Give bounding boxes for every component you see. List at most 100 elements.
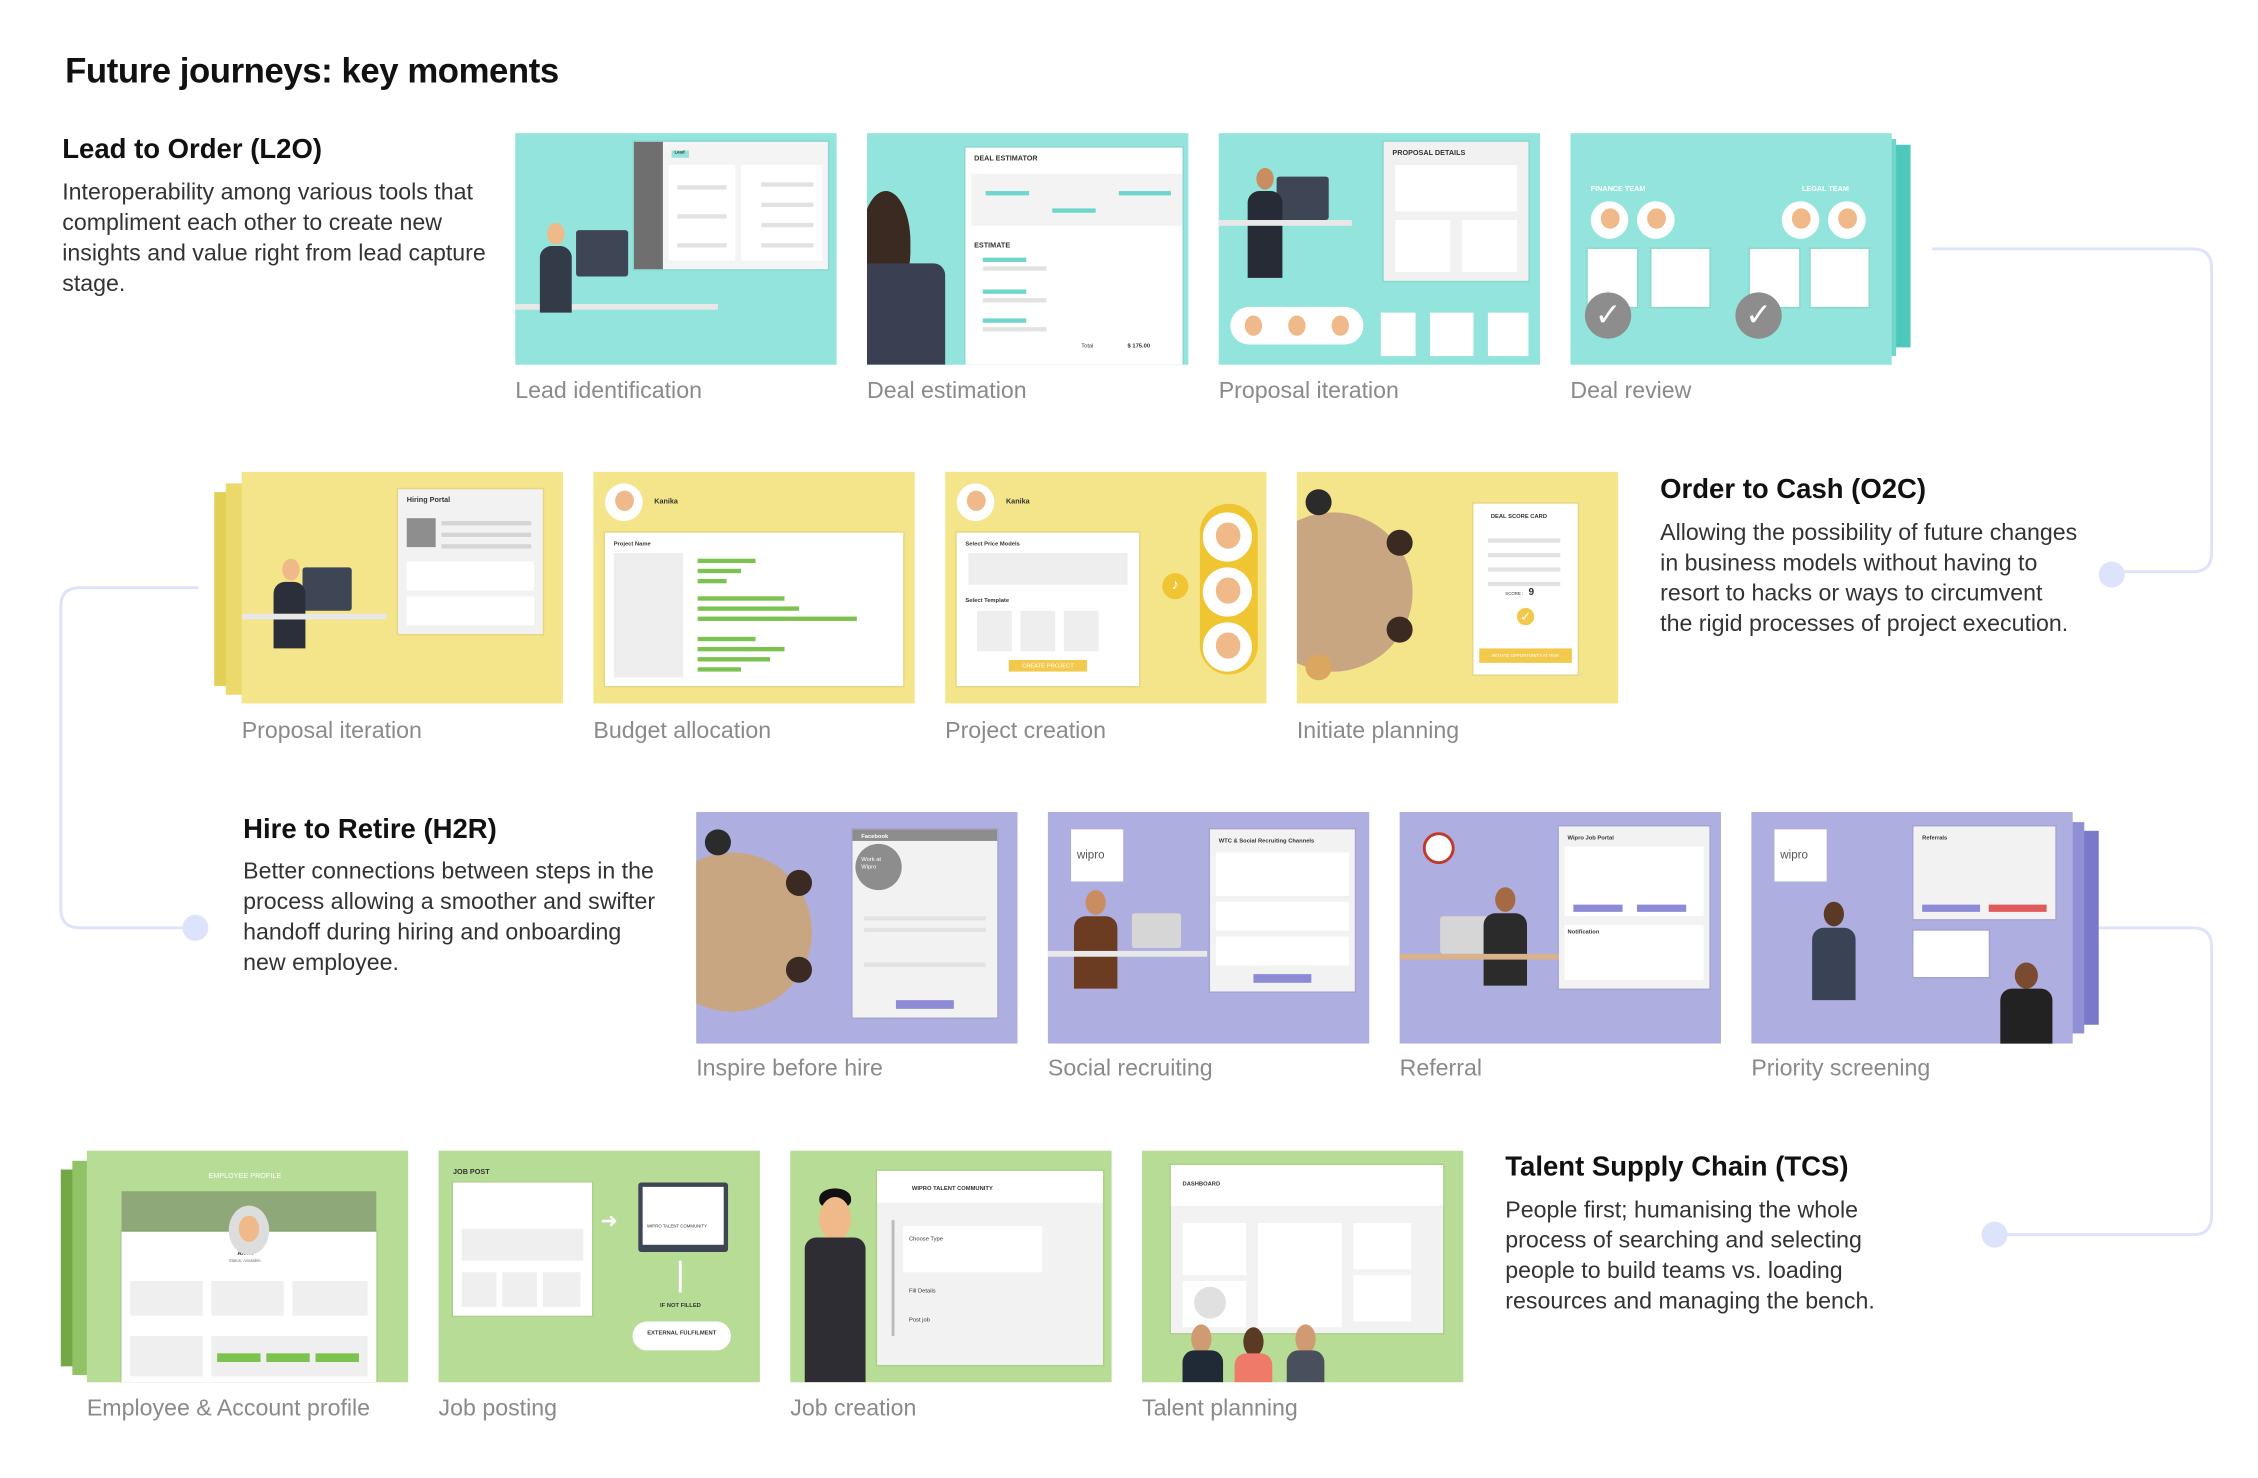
arrow-right-icon: ➜ bbox=[600, 1208, 618, 1232]
avatar bbox=[1781, 201, 1820, 239]
section-title-o2c: Order to Cash (O2C) bbox=[1660, 474, 1927, 506]
create-project-button[interactable]: CREATE PROJECT bbox=[1008, 660, 1087, 672]
card-label: Budget allocation bbox=[593, 719, 772, 744]
card-deal-estimation[interactable]: DEAL ESTIMATOR ESTIMATE Total $ 175.00 bbox=[866, 133, 1189, 365]
card-label: Proposal iteration bbox=[241, 719, 422, 744]
monitor-icon bbox=[576, 230, 629, 277]
avatar-group bbox=[1230, 306, 1364, 345]
mockup-panel: Select Price Models Select Template CREA… bbox=[956, 532, 1140, 687]
bell-icon: ♪ bbox=[1162, 573, 1189, 600]
card-talent-planning[interactable]: DASHBOARD bbox=[1141, 1150, 1464, 1383]
clock-icon bbox=[1422, 832, 1455, 865]
mockup-panel: Referrals bbox=[1913, 826, 2056, 920]
card-label: Job creation bbox=[790, 1396, 917, 1422]
external-fulfilment-node: EXTERNAL FULFILMENT bbox=[632, 1321, 731, 1351]
card-label: Priority screening bbox=[1751, 1056, 1931, 1082]
avatar bbox=[228, 1205, 270, 1255]
person-icon bbox=[1823, 901, 1844, 927]
section-title-tcs: Talent Supply Chain (TCS) bbox=[1505, 1152, 1849, 1183]
card-proposal-iteration[interactable]: PROPOSAL DETAILS bbox=[1218, 133, 1541, 365]
card-label: Deal estimation bbox=[866, 379, 1027, 404]
card-proposal-iteration-o2c[interactable]: Hiring Portal bbox=[241, 471, 564, 704]
card-project-creation[interactable]: Kanika Select Price Models Select Templa… bbox=[945, 471, 1267, 704]
card-label: Deal review bbox=[1570, 379, 1692, 404]
monitor-icon bbox=[1131, 913, 1182, 949]
person-icon bbox=[704, 829, 731, 856]
avatar bbox=[1590, 201, 1629, 239]
avatar bbox=[1637, 201, 1675, 239]
card-job-posting[interactable]: JOB POST ➜ WIPRO TALENT COMMUNITY IF NOT… bbox=[438, 1150, 760, 1383]
monitor-icon bbox=[302, 567, 352, 611]
connector-node bbox=[182, 914, 209, 941]
wipro-logo: wipro bbox=[1774, 829, 1827, 882]
card-priority-screening[interactable]: wipro Referrals bbox=[1751, 811, 2073, 1044]
section-body-l2o: Interoperability among various tools tha… bbox=[62, 180, 486, 297]
section-title-h2r: Hire to Retire (H2R) bbox=[243, 814, 497, 846]
mockup-panel: DASHBOARD bbox=[1170, 1165, 1444, 1334]
mockup-panel: Wipro Job Portal Notification bbox=[1558, 826, 1710, 989]
card-budget-allocation[interactable]: Kanika Project Name bbox=[593, 471, 915, 704]
journey-diagram: Future journeys: key moments Lead to Ord… bbox=[0, 0, 2258, 1478]
section-body-h2r: Better connections between steps in the … bbox=[243, 859, 656, 976]
section-body-o2c: Allowing the possibility of future chang… bbox=[1660, 521, 2078, 637]
card-lead-identification[interactable]: Lead bbox=[515, 133, 837, 365]
mockup-panel: DEAL ESTIMATOR ESTIMATE Total $ 175.00 bbox=[965, 147, 1183, 365]
card-label: Referral bbox=[1399, 1056, 1483, 1082]
page-title: Future journeys: key moments bbox=[65, 52, 559, 92]
card-label: Lead identification bbox=[515, 379, 702, 404]
section-body-tcs: People first; humanising the whole proce… bbox=[1505, 1198, 1875, 1315]
person-icon bbox=[1495, 887, 1516, 912]
avatar bbox=[605, 483, 643, 522]
person-icon bbox=[866, 263, 946, 365]
card-label: Project creation bbox=[945, 719, 1107, 744]
initiate-opportunity-button[interactable]: INITIATE OPPORTUNITY AT RISK bbox=[1479, 648, 1572, 663]
card-label: Initiate planning bbox=[1296, 719, 1460, 744]
mockup-panel: WTC & Social Recruiting Channels bbox=[1210, 829, 1355, 992]
avatar bbox=[1202, 622, 1253, 672]
mockup-panel: PROPOSAL DETAILS bbox=[1383, 141, 1529, 281]
pie-chart-icon bbox=[1194, 1286, 1226, 1319]
avatar bbox=[1202, 512, 1253, 562]
mockup-panel bbox=[453, 1182, 592, 1316]
connector-node bbox=[1981, 1221, 2008, 1248]
mockup-panel: Lead bbox=[633, 141, 828, 270]
mockup-panel: WIPRO TALENT COMMUNITY Choose Type Fill … bbox=[877, 1170, 1103, 1365]
mockup-panel: Project Name bbox=[605, 532, 904, 687]
person-icon bbox=[1305, 489, 1332, 516]
card-stack-edge bbox=[225, 483, 244, 695]
mockup-panel: Facebook Work at Wipro bbox=[852, 829, 998, 1018]
connector-node bbox=[2098, 561, 2125, 588]
connector-o2c-h2r bbox=[59, 586, 199, 930]
check-icon: ✓ bbox=[1516, 607, 1535, 626]
card-label: Social recruiting bbox=[1047, 1056, 1213, 1082]
check-icon: ✓ bbox=[1735, 292, 1782, 339]
card-deal-review[interactable]: FINANCE TEAM LEGAL TEAM ✓ ✓ bbox=[1570, 133, 1892, 365]
mockup-panel: DEAL SCORE CARD SCORE : 9 ✓ INITIATE OPP… bbox=[1473, 503, 1578, 675]
person-icon bbox=[547, 222, 565, 245]
avatar bbox=[956, 483, 995, 522]
card-label: Talent planning bbox=[1141, 1396, 1298, 1422]
card-employee-account-profile[interactable]: EMPLOYEE PROFILE ARYA Status: Available bbox=[86, 1150, 409, 1383]
section-title-l2o: Lead to Order (L2O) bbox=[62, 134, 323, 166]
mockup-panel: Hiring Portal bbox=[398, 489, 543, 634]
wipro-logo: wipro bbox=[1071, 829, 1124, 882]
person-icon bbox=[1256, 167, 1274, 190]
card-label: Proposal iteration bbox=[1218, 379, 1399, 404]
card-referral[interactable]: Wipro Job Portal Notification bbox=[1399, 811, 1721, 1044]
card-label: Job posting bbox=[438, 1396, 558, 1422]
card-job-creation[interactable]: WIPRO TALENT COMMUNITY Choose Type Fill … bbox=[790, 1150, 1112, 1383]
arrow-down-icon bbox=[678, 1260, 682, 1293]
avatar bbox=[1202, 567, 1253, 617]
person-icon bbox=[282, 558, 300, 581]
check-icon: ✓ bbox=[1584, 292, 1632, 339]
avatar bbox=[1828, 201, 1866, 239]
card-inspire-before-hire[interactable]: Facebook Work at Wipro bbox=[696, 811, 1018, 1044]
monitor-icon: WIPRO TALENT COMMUNITY bbox=[638, 1182, 729, 1253]
card-label: Inspire before hire bbox=[696, 1056, 883, 1082]
person-icon bbox=[1085, 890, 1106, 915]
person-icon bbox=[1191, 1324, 1212, 1354]
card-label: Employee & Account profile bbox=[86, 1396, 371, 1422]
monitor-icon bbox=[1276, 176, 1329, 221]
card-social-recruiting[interactable]: wipro WTC & Social Recruiting Channels bbox=[1047, 811, 1370, 1044]
card-initiate-planning[interactable]: DEAL SCORE CARD SCORE : 9 ✓ INITIATE OPP… bbox=[1296, 471, 1619, 704]
